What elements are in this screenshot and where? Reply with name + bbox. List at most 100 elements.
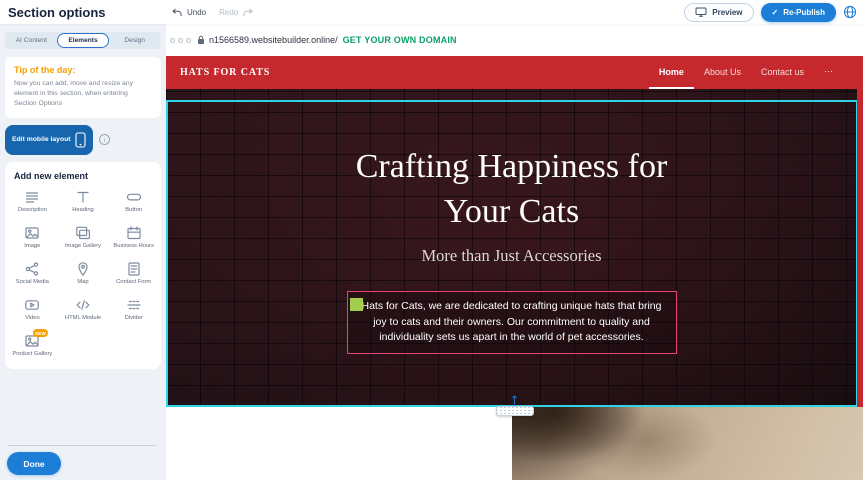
add-element-panel: Add new element Description Heading Butt… bbox=[5, 162, 161, 369]
sidebar-tabs: AI Content Elements Design bbox=[5, 32, 161, 49]
site-url: n1566589.websitebuilder.online/ bbox=[209, 35, 338, 45]
add-element-label: Heading bbox=[72, 207, 94, 214]
republish-button[interactable]: ✓ Re-Publish bbox=[761, 3, 836, 22]
next-section-text-area bbox=[166, 407, 512, 480]
add-element-button[interactable]: Button bbox=[108, 189, 159, 214]
video-icon bbox=[24, 297, 40, 313]
add-element-video[interactable]: Video bbox=[7, 297, 58, 322]
add-element-label: Divider bbox=[125, 315, 143, 322]
add-element-business-hours[interactable]: Business Hours bbox=[108, 225, 159, 250]
hero-title-line2: Your Cats bbox=[166, 190, 857, 235]
add-element-label: Contact Form bbox=[116, 279, 151, 286]
page-title: Section options bbox=[8, 5, 106, 20]
html-module-icon bbox=[75, 297, 91, 313]
add-element-label: Image Gallery bbox=[65, 243, 101, 250]
redo-icon[interactable] bbox=[243, 8, 253, 17]
image-icon bbox=[24, 225, 40, 241]
add-element-image-gallery[interactable]: Image Gallery bbox=[58, 225, 109, 250]
image-gallery-icon bbox=[75, 225, 91, 241]
section-resize-handle[interactable] bbox=[496, 395, 534, 416]
add-element-contact-form[interactable]: Contact Form bbox=[108, 261, 159, 286]
nav-more[interactable]: ⋯ bbox=[814, 56, 843, 89]
add-element-label: Video bbox=[25, 315, 40, 322]
add-element-divider[interactable]: Divider bbox=[108, 297, 159, 322]
business-hours-icon bbox=[126, 225, 142, 241]
tab-ai-content[interactable]: AI Content bbox=[6, 34, 57, 48]
divider-icon bbox=[126, 297, 142, 313]
add-element-map[interactable]: Map bbox=[58, 261, 109, 286]
add-element-label: Social Media bbox=[16, 279, 49, 286]
topbar-actions: Preview ✓ Re-Publish bbox=[684, 3, 857, 22]
preview-label: Preview bbox=[712, 8, 742, 17]
topbar: Section options Undo Redo Preview ✓ Re-P… bbox=[0, 0, 863, 24]
browser-dot bbox=[178, 38, 183, 43]
globe-icon[interactable] bbox=[843, 5, 857, 19]
hero-subtitle[interactable]: More than Just Accessories bbox=[166, 246, 857, 266]
tip-card: Tip of the day: Now you can add, move an… bbox=[5, 57, 161, 118]
browser-dot bbox=[170, 38, 175, 43]
add-element-label: Description bbox=[18, 207, 47, 214]
new-badge: NEW bbox=[33, 329, 49, 337]
done-button[interactable]: Done bbox=[7, 452, 61, 475]
edit-mobile-layout-button[interactable]: Edit mobile layout bbox=[5, 125, 93, 155]
description-icon bbox=[24, 189, 40, 205]
nav-home[interactable]: Home bbox=[649, 56, 694, 89]
tip-heading: Tip of the day: bbox=[14, 65, 152, 75]
hero-section[interactable]: Crafting Happiness for Your Cats More th… bbox=[166, 89, 863, 407]
sidebar-divider bbox=[8, 445, 156, 446]
undo-button[interactable]: Undo bbox=[187, 8, 206, 17]
lock-icon bbox=[197, 35, 205, 45]
undo-icon[interactable] bbox=[172, 8, 182, 17]
add-element-heading-item[interactable]: Heading bbox=[58, 189, 109, 214]
tab-elements[interactable]: Elements bbox=[57, 33, 110, 48]
browser-dots bbox=[170, 38, 191, 43]
page-edge-strip bbox=[857, 89, 863, 407]
element-drag-handle[interactable] bbox=[350, 298, 363, 311]
tip-body: Now you can add, move and resize any ele… bbox=[14, 79, 152, 109]
grip-handle[interactable] bbox=[496, 406, 534, 416]
nav-contact-us[interactable]: Contact us bbox=[751, 56, 814, 89]
nav-about-us[interactable]: About Us bbox=[694, 56, 751, 89]
next-section[interactable] bbox=[166, 407, 863, 480]
site-header[interactable]: HATS FOR CATS Home About Us Contact us ⋯ bbox=[166, 56, 863, 89]
get-domain-link[interactable]: GET YOUR OWN DOMAIN bbox=[343, 35, 457, 45]
republish-label: Re-Publish bbox=[783, 8, 825, 17]
contact-form-icon bbox=[126, 261, 142, 277]
hero-content: Crafting Happiness for Your Cats More th… bbox=[166, 89, 857, 354]
add-element-description[interactable]: Description bbox=[7, 189, 58, 214]
add-element-label: Map bbox=[77, 279, 88, 286]
tab-design[interactable]: Design bbox=[109, 34, 160, 48]
sidebar: AI Content Elements Design Tip of the da… bbox=[0, 24, 166, 480]
add-element-label: Business Hours bbox=[113, 243, 154, 250]
site-preview: HATS FOR CATS Home About Us Contact us ⋯… bbox=[166, 56, 863, 480]
next-section-image bbox=[512, 407, 863, 480]
add-element-label: Image bbox=[24, 243, 40, 250]
check-icon: ✓ bbox=[772, 8, 779, 17]
edit-mobile-label: Edit mobile layout bbox=[12, 136, 71, 143]
add-element-html-module[interactable]: HTML Module bbox=[58, 297, 109, 322]
hero-paragraph-text: Hats for Cats, we are dedicated to craft… bbox=[361, 300, 661, 344]
mobile-layout-row: Edit mobile layout i bbox=[5, 125, 161, 155]
phone-icon bbox=[75, 132, 86, 148]
main-preview-area: n1566589.websitebuilder.online/ GET YOUR… bbox=[166, 24, 863, 480]
hero-paragraph[interactable]: Hats for Cats, we are dedicated to craft… bbox=[347, 291, 677, 354]
add-element-product-gallery[interactable]: NEW Product Gallery bbox=[7, 333, 58, 358]
add-element-label: Product Gallery bbox=[12, 351, 52, 358]
info-icon[interactable]: i bbox=[99, 134, 110, 145]
hero-title-line1: Crafting Happiness for bbox=[166, 145, 857, 190]
add-element-heading: Add new element bbox=[14, 171, 159, 181]
redo-button[interactable]: Redo bbox=[219, 8, 238, 17]
add-element-label: Button bbox=[125, 207, 142, 214]
button-icon bbox=[126, 189, 142, 205]
add-element-social-media[interactable]: Social Media bbox=[7, 261, 58, 286]
browser-bar: n1566589.websitebuilder.online/ GET YOUR… bbox=[166, 24, 863, 56]
map-icon bbox=[75, 261, 91, 277]
add-element-grid: Description Heading Button Image Image G… bbox=[7, 189, 159, 359]
add-element-image[interactable]: Image bbox=[7, 225, 58, 250]
social-media-icon bbox=[24, 261, 40, 277]
site-logo[interactable]: HATS FOR CATS bbox=[180, 56, 270, 89]
history-controls: Undo Redo bbox=[172, 8, 253, 17]
preview-button[interactable]: Preview bbox=[684, 3, 753, 22]
hero-title[interactable]: Crafting Happiness for Your Cats bbox=[166, 145, 857, 235]
browser-dot bbox=[186, 38, 191, 43]
